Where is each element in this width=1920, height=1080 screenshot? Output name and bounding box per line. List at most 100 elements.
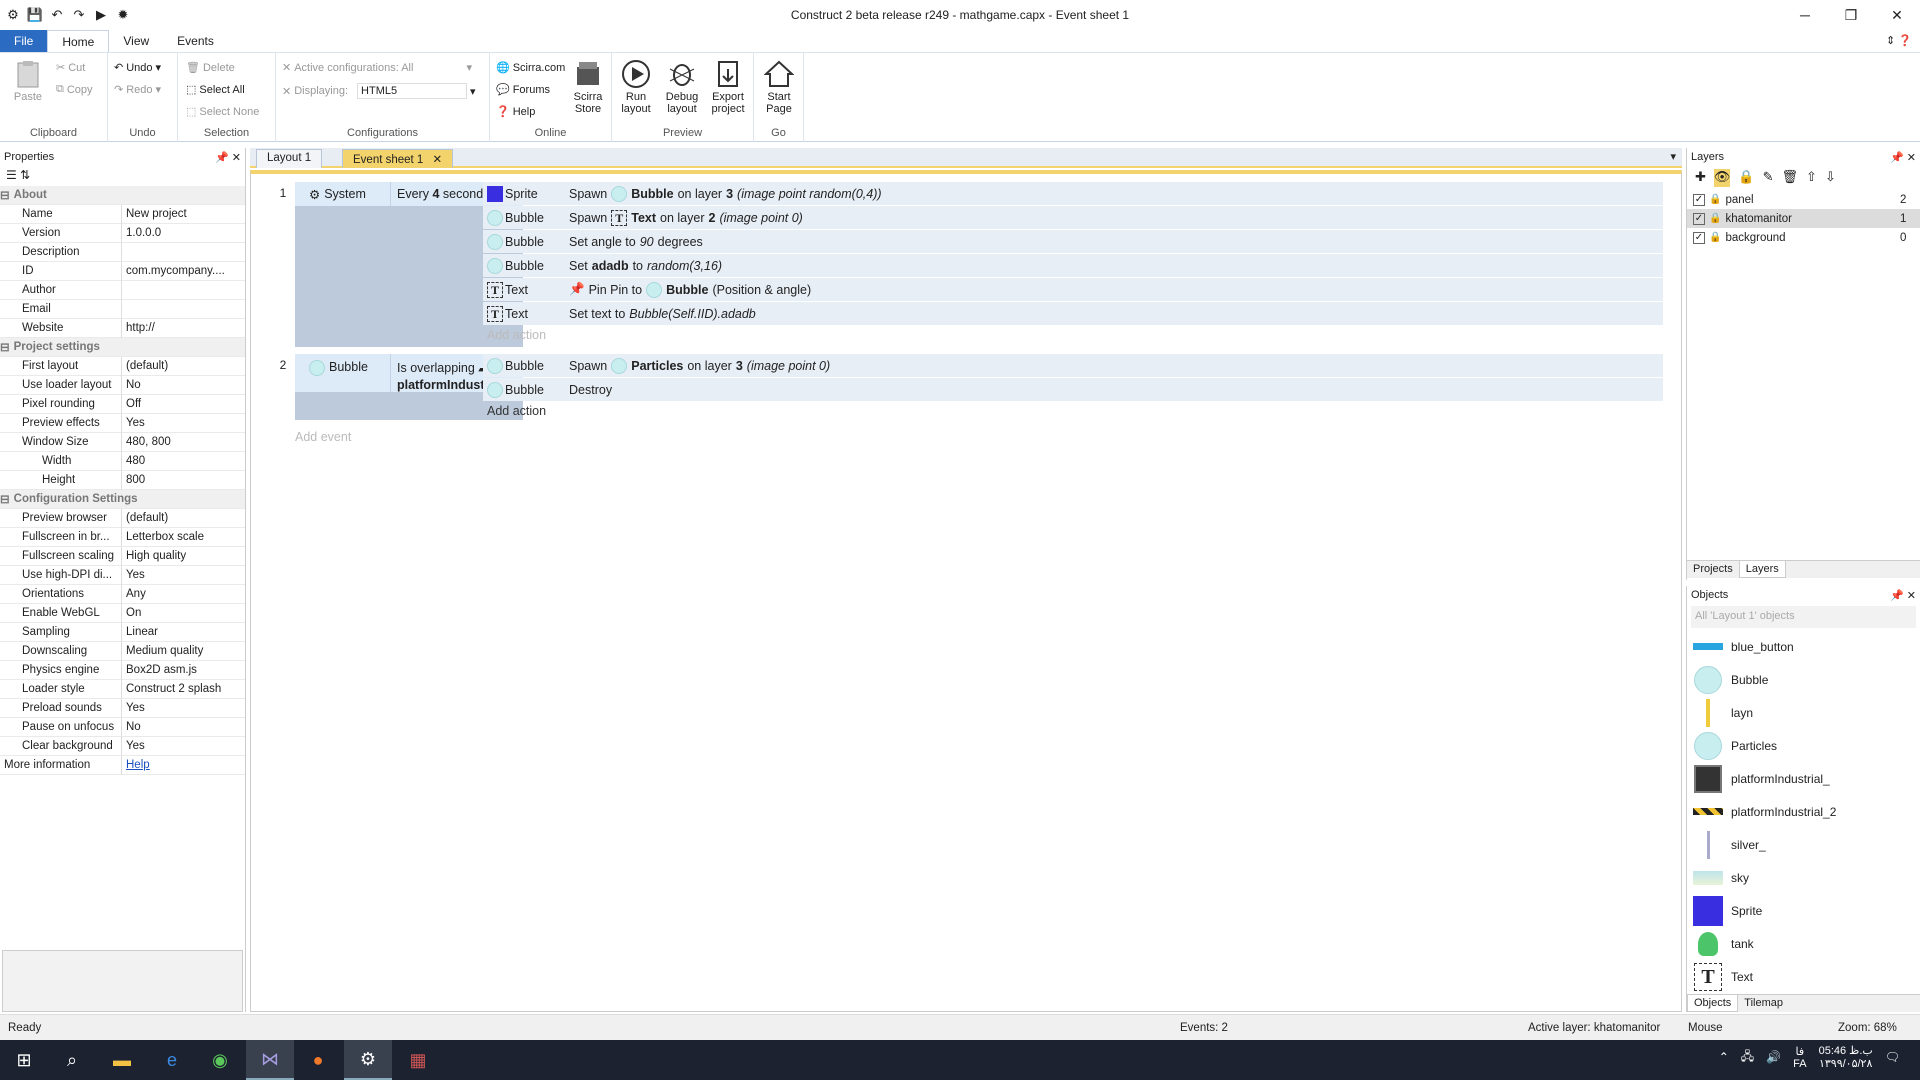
property-row[interactable]: Orientations Any xyxy=(0,584,245,604)
add-event-link[interactable]: Add event xyxy=(295,430,351,444)
property-value[interactable]: 800 xyxy=(122,474,242,486)
objects-filter[interactable]: All 'Layout 1' objects xyxy=(1691,606,1916,628)
sort-az-icon[interactable]: ⇅ xyxy=(20,168,30,182)
property-value[interactable]: High quality xyxy=(122,550,242,562)
property-value[interactable]: Yes xyxy=(122,702,242,714)
action-row[interactable]: Bubble Destroy xyxy=(483,378,1663,401)
lock-icon[interactable]: 🔒 xyxy=(1709,232,1721,243)
property-value[interactable]: Yes xyxy=(122,417,242,429)
object-row[interactable]: Bubble xyxy=(1687,663,1920,696)
property-value[interactable]: No xyxy=(122,721,242,733)
property-value[interactable]: (default) xyxy=(122,512,242,524)
run-icon[interactable]: ▶ xyxy=(92,7,110,23)
property-row[interactable]: Email xyxy=(0,299,245,319)
property-value[interactable]: Letterbox scale xyxy=(122,531,242,543)
tab-objects[interactable]: Objects xyxy=(1687,995,1739,1012)
property-row[interactable]: ⊟ Project settings xyxy=(0,338,245,357)
property-value[interactable]: 480, 800 xyxy=(122,436,242,448)
property-row[interactable]: Window Size 480, 800 xyxy=(0,432,245,452)
search-icon[interactable]: ⌕ xyxy=(48,1040,96,1080)
property-value[interactable]: Medium quality xyxy=(122,645,242,657)
property-value[interactable]: New project xyxy=(122,208,242,220)
move-up-icon[interactable]: ⇧ xyxy=(1806,169,1817,187)
select-none-button[interactable]: ⬚ Select None xyxy=(186,105,259,119)
property-row[interactable]: Fullscreen in br... Letterbox scale xyxy=(0,527,245,547)
property-row[interactable]: Description xyxy=(0,242,245,262)
property-row[interactable]: Version 1.0.0.0 xyxy=(0,223,245,243)
property-row[interactable]: Use loader layout No xyxy=(0,375,245,395)
object-row[interactable]: layn xyxy=(1687,696,1920,729)
edit-icon[interactable]: ✎ xyxy=(1763,169,1774,187)
file-explorer-icon[interactable]: ▬ xyxy=(98,1040,146,1080)
restore-button[interactable]: ❐ xyxy=(1828,0,1874,30)
notifications-icon[interactable]: 🗨 xyxy=(1885,1050,1900,1064)
property-value[interactable]: 480 xyxy=(122,455,242,467)
undo-button[interactable]: ↶ Undo ▾ xyxy=(114,61,161,75)
help-link[interactable]: Help xyxy=(122,759,242,771)
visible-checkbox[interactable]: ✓ xyxy=(1693,193,1705,206)
firefox-icon[interactable]: ● xyxy=(294,1040,342,1080)
export-project-button[interactable]: Export project xyxy=(706,59,750,115)
close-button[interactable]: ✕ xyxy=(1874,0,1920,30)
property-row[interactable]: Physics engine Box2D asm.js xyxy=(0,660,245,680)
visible-checkbox[interactable]: ✓ xyxy=(1693,212,1705,225)
tab-view[interactable]: View xyxy=(109,30,163,52)
action-row[interactable]: T Text 📌 Pin Pin to Bubble (Position & angle) xyxy=(483,278,1663,301)
layer-row[interactable]: ✓ 🔒 panel 2 xyxy=(1687,190,1920,209)
language-indicator[interactable]: فا FA xyxy=(1793,1045,1806,1070)
object-row[interactable]: Particles xyxy=(1687,729,1920,762)
active-configurations-dropdown[interactable]: ✕ Active configurations: All ▾ xyxy=(282,61,472,75)
property-row[interactable]: ⊟ About xyxy=(0,186,245,205)
object-row[interactable]: blue_button xyxy=(1687,630,1920,663)
tab-home[interactable]: Home xyxy=(47,30,110,52)
save-icon[interactable]: 💾 xyxy=(26,7,44,23)
categorized-icon[interactable]: ☰ xyxy=(6,168,17,182)
panel-pin-close-icons[interactable]: 📌 ✕ xyxy=(215,151,241,164)
collapse-icon[interactable]: ⊟ xyxy=(0,492,10,506)
property-value[interactable]: 1.0.0.0 xyxy=(122,227,242,239)
construct-icon[interactable]: ⚙ xyxy=(344,1040,392,1080)
property-value[interactable]: Yes xyxy=(122,740,242,752)
tab-file[interactable]: File xyxy=(0,30,48,52)
property-value[interactable]: On xyxy=(122,607,242,619)
property-row[interactable]: Loader style Construct 2 splash xyxy=(0,679,245,699)
minimize-button[interactable]: ─ xyxy=(1782,0,1828,30)
property-value[interactable]: Off xyxy=(122,398,242,410)
panel-pin-close-icons[interactable]: 📌 ✕ xyxy=(1890,589,1916,602)
debug-layout-button[interactable]: Debug layout xyxy=(660,59,704,115)
property-row[interactable]: Clear background Yes xyxy=(0,736,245,756)
action-row[interactable]: Bubble Set adadb to random(3,16) xyxy=(483,254,1663,277)
delete-button[interactable]: 🗑 Delete xyxy=(186,61,235,75)
delete-layer-icon[interactable]: 🗑 xyxy=(1782,169,1799,187)
property-row[interactable]: Downscaling Medium quality xyxy=(0,641,245,661)
tab-tilemap[interactable]: Tilemap xyxy=(1738,995,1789,1012)
property-row[interactable]: ⊟ Configuration Settings xyxy=(0,490,245,509)
property-row[interactable]: Fullscreen scaling High quality xyxy=(0,546,245,566)
property-value[interactable]: Construct 2 splash xyxy=(122,683,242,695)
tab-projects[interactable]: Projects xyxy=(1687,561,1739,578)
debug-icon[interactable]: ✹ xyxy=(114,7,132,23)
add-layer-icon[interactable]: ✚ xyxy=(1695,169,1706,187)
tray-chevron-icon[interactable]: ⌃ xyxy=(1719,1050,1729,1064)
property-value[interactable]: No xyxy=(122,379,242,391)
action-row[interactable]: Bubble Set angle to 90 degrees xyxy=(483,230,1663,253)
layer-row[interactable]: ✓ 🔒 background 0 xyxy=(1687,228,1920,247)
paste-button[interactable]: Paste xyxy=(6,59,50,103)
object-row[interactable]: Sprite xyxy=(1687,894,1920,927)
edge-icon[interactable]: e xyxy=(148,1040,196,1080)
tabs-dropdown-icon[interactable]: ▾ xyxy=(1670,150,1676,163)
add-action-link[interactable]: Add action xyxy=(487,328,546,342)
move-down-icon[interactable]: ⇩ xyxy=(1825,169,1836,187)
tab-layers[interactable]: Layers xyxy=(1738,561,1786,578)
property-row[interactable]: First layout (default) xyxy=(0,356,245,376)
property-value[interactable]: (default) xyxy=(122,360,242,372)
object-row[interactable]: T Text xyxy=(1687,960,1920,993)
property-row[interactable]: Height 800 xyxy=(0,470,245,490)
property-row[interactable]: Use high-DPI di... Yes xyxy=(0,565,245,585)
property-row[interactable]: Pause on unfocus No xyxy=(0,717,245,737)
action-row[interactable]: Bubble Spawn Particles on layer 3 (image poin… xyxy=(483,354,1663,377)
action-row[interactable]: Sprite Spawn Bubble on layer 3 (image point r… xyxy=(483,182,1663,205)
network-icon[interactable]: 🖧 xyxy=(1741,1047,1754,1068)
select-all-button[interactable]: ⬚ Select All xyxy=(186,83,245,97)
undo-icon[interactable]: ↶ xyxy=(48,7,66,23)
